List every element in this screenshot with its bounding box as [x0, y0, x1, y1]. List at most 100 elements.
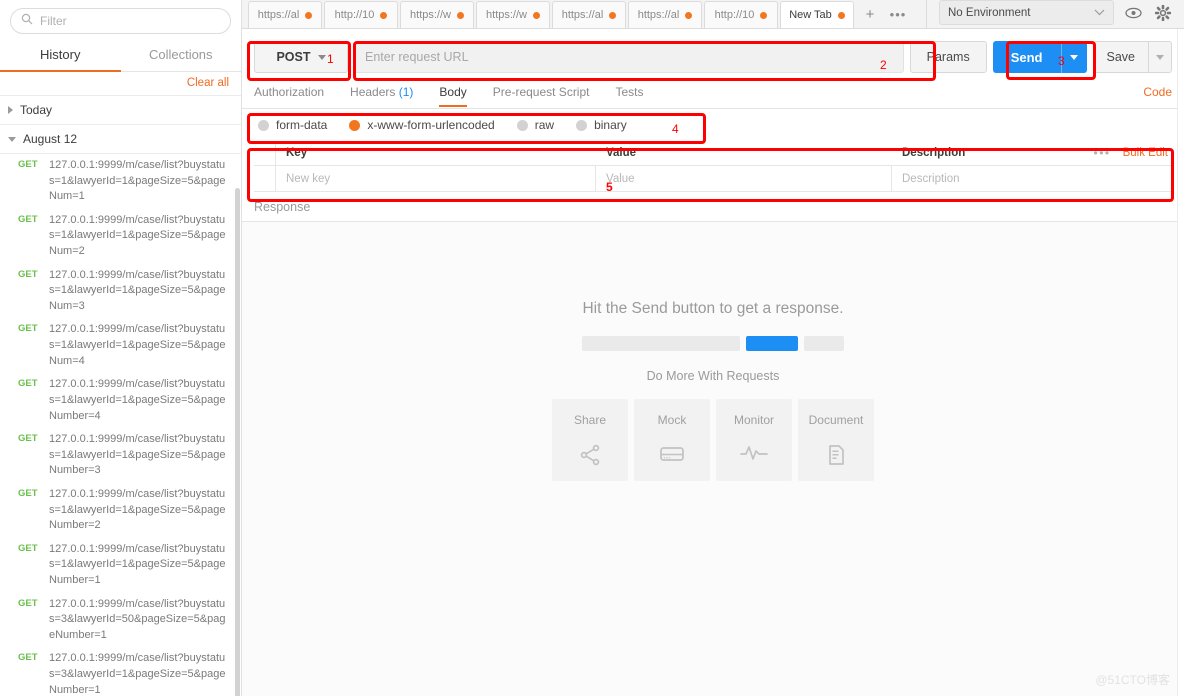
new-key-input[interactable]: New key [286, 173, 330, 185]
body-type-label: raw [534, 118, 555, 132]
history-item[interactable]: GET 127.0.0.1:9999/m/case/list?buystatus=… [0, 538, 241, 593]
params-button[interactable]: Params [909, 41, 987, 73]
request-tab[interactable]: https://al [248, 1, 322, 28]
server-icon [660, 447, 684, 461]
request-tab-label: https://w [486, 9, 527, 21]
row-checkbox[interactable] [254, 166, 276, 191]
new-tab-button[interactable]: + [856, 1, 884, 28]
history-group-august-12[interactable]: August 12 [0, 125, 241, 154]
request-detail-tab[interactable]: Pre-request Script [493, 85, 590, 106]
send-button-group[interactable]: Send [992, 41, 1087, 73]
table-more-options-button[interactable]: ••• [1094, 146, 1111, 160]
request-tab[interactable]: https://al [552, 1, 626, 28]
body-type-options: form-data x-www-form-urlencoded raw binary [258, 118, 627, 132]
unsaved-indicator-icon [305, 11, 313, 19]
history-item[interactable]: GET 127.0.0.1:9999/m/case/list?buystatus=… [0, 483, 241, 538]
request-tab[interactable]: https://w [476, 1, 550, 28]
sidebar-tab-history-label: History [40, 47, 81, 62]
response-hint-text: Hit the Send button to get a response. [582, 300, 844, 317]
bulk-edit-button[interactable]: Bulk Edit [1123, 147, 1168, 159]
request-detail-tab-label: Headers [350, 85, 396, 99]
request-tab[interactable]: https://al [628, 1, 702, 28]
history-item[interactable]: GET 127.0.0.1:9999/m/case/list?buystatus=… [0, 428, 241, 483]
body-type-option[interactable]: binary [576, 118, 627, 132]
annotation-number-4: 4 [672, 122, 679, 136]
eye-icon [1124, 7, 1142, 18]
http-method-label: POST [276, 50, 311, 64]
environment-settings-button[interactable] [1152, 2, 1174, 24]
share-card[interactable]: Share [552, 399, 628, 481]
history-item-url: 127.0.0.1:9999/m/case/list?buystatus=3&l… [49, 652, 226, 696]
monitor-card[interactable]: Monitor [716, 399, 792, 481]
history-group-today[interactable]: Today [0, 96, 241, 125]
sidebar-tab-collections[interactable]: Collections [121, 40, 242, 71]
column-header-value: Value [606, 147, 637, 159]
radio-icon[interactable] [516, 119, 528, 131]
request-tab-bar: https://al http://10 https://w https://w htt… [242, 0, 1184, 29]
request-tab-label: https://w [410, 9, 451, 21]
request-tab[interactable]: New Tab [780, 1, 854, 28]
history-item[interactable]: GET 127.0.0.1:9999/m/case/list?buystatus=… [0, 318, 241, 373]
tab-options-button[interactable]: ••• [884, 1, 912, 28]
body-params-table: Key Value Description ••• Bulk Edit New … [254, 141, 1172, 192]
history-list: Today August 12 GET 127.0.0.1:9999/m/case… [0, 96, 241, 696]
sidebar-tab-history[interactable]: History [0, 40, 121, 72]
history-item[interactable]: GET 127.0.0.1:9999/m/case/list?buystatus=… [0, 373, 241, 428]
table-row[interactable]: New key Value Description [254, 166, 1172, 192]
history-item-url: 127.0.0.1:9999/m/case/list?buystatus=1&l… [49, 213, 226, 258]
postman-window: Filter History Collections Clear all Tod… [0, 0, 1184, 696]
clear-all-button[interactable]: Clear all [187, 77, 229, 89]
save-button[interactable]: Save [1092, 41, 1148, 73]
save-button-group: Save [1092, 41, 1172, 73]
response-empty-state: Hit the Send button to get a response. D… [242, 222, 1184, 696]
radio-icon[interactable] [576, 119, 588, 131]
request-tab[interactable]: http://10 [324, 1, 398, 28]
history-item[interactable]: GET 127.0.0.1:9999/m/case/list?buystatus=… [0, 647, 241, 696]
send-button[interactable]: Send [992, 41, 1061, 73]
request-detail-tabs-container: Authorization Headers (1) Body Pre-request … [254, 85, 670, 107]
history-item-method: GET [18, 433, 38, 445]
document-icon [829, 445, 844, 465]
watermark: @51CTO博客 [1095, 673, 1170, 687]
main-scrollbar[interactable] [1177, 29, 1184, 696]
request-tab[interactable]: https://w [400, 1, 474, 28]
request-tab[interactable]: http://10 [704, 1, 778, 28]
request-detail-tab-label: Body [439, 85, 467, 99]
request-detail-tab-label: Tests [615, 85, 644, 99]
chevron-down-icon [8, 136, 16, 142]
radio-icon[interactable] [349, 119, 361, 131]
history-item[interactable]: GET 127.0.0.1:9999/m/case/list?buystatus=… [0, 593, 241, 648]
request-detail-tab[interactable]: Body [439, 85, 468, 107]
body-type-option[interactable]: raw [516, 118, 555, 132]
environment-quick-look-button[interactable] [1122, 2, 1144, 24]
request-detail-tab[interactable]: Tests [615, 85, 643, 106]
request-detail-tab[interactable]: Headers (1) [350, 85, 413, 106]
history-item-method: GET [18, 652, 38, 664]
new-description-input[interactable]: Description [902, 173, 960, 185]
history-item[interactable]: GET 127.0.0.1:9999/m/case/list?buystatus=… [0, 209, 241, 264]
annotation-number-2: 2 [880, 58, 887, 72]
history-item-method: GET [18, 213, 38, 225]
body-type-option[interactable]: x-www-form-urlencoded [349, 118, 495, 132]
column-header-key: Key [286, 147, 308, 159]
request-detail-tab-count: (1) [398, 85, 414, 99]
body-type-label: form-data [276, 118, 328, 132]
annotation-number-1: 1 [327, 52, 334, 66]
save-options-button[interactable] [1148, 41, 1172, 73]
body-type-option[interactable]: form-data [258, 118, 327, 132]
search-input[interactable]: Filter [10, 8, 231, 34]
request-url-input[interactable]: Enter request URL [354, 41, 904, 73]
request-tab-label: http://10 [714, 9, 755, 21]
history-item-method: GET [18, 542, 38, 554]
code-link[interactable]: Code [1143, 85, 1172, 106]
document-card[interactable]: Document [798, 399, 874, 481]
unsaved-indicator-icon [685, 11, 693, 19]
environment-selector[interactable]: No Environment [939, 0, 1114, 25]
chevron-down-icon [1094, 7, 1105, 19]
radio-icon[interactable] [258, 119, 269, 131]
history-item[interactable]: GET 127.0.0.1:9999/m/case/list?buystatus=… [0, 264, 241, 319]
request-detail-tab[interactable]: Authorization [254, 85, 324, 106]
mock-card[interactable]: Mock [634, 399, 710, 481]
sidebar-scrollbar[interactable] [235, 188, 240, 696]
history-item[interactable]: GET 127.0.0.1:9999/m/case/list?buystatus=… [0, 154, 241, 209]
